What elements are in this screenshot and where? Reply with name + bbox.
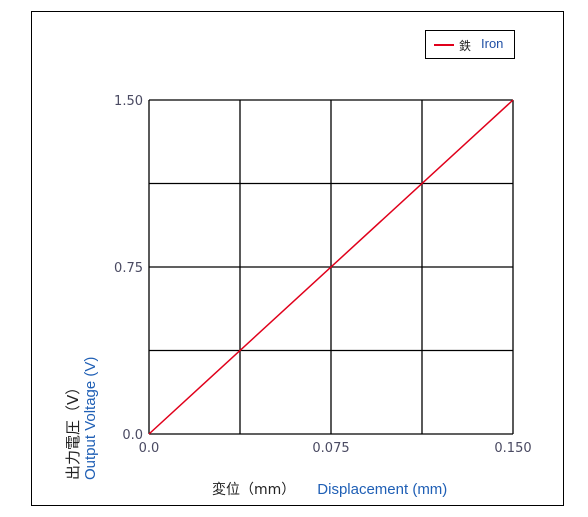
legend: 鉄 Iron: [425, 30, 515, 59]
x-axis-label-en: Displacement (mm): [317, 481, 448, 498]
x-tick-labels: 0.0 0.075 0.150: [139, 441, 532, 456]
legend-label-en: Iron: [481, 36, 504, 51]
y-axis-label-en: Output Voltage (V): [82, 356, 99, 480]
legend-swatch-iron: [434, 44, 454, 46]
x-tick-label: 0.0: [139, 441, 160, 456]
y-tick-labels: 0.0 0.75 1.50: [114, 94, 143, 443]
y-axis-label: 出力電圧（V） Output Voltage (V): [62, 300, 102, 480]
y-axis-label-jp: 出力電圧（V）: [64, 379, 82, 480]
legend-label-jp: 鉄: [459, 39, 472, 53]
x-axis-label: 変位（mm） Displacement (mm): [212, 479, 447, 499]
x-axis-label-jp: 変位（mm）: [212, 482, 296, 498]
x-tick-label: 0.075: [312, 441, 349, 456]
y-tick-label: 1.50: [114, 94, 143, 109]
y-tick-label: 0.75: [114, 261, 143, 276]
y-tick-label: 0.0: [122, 428, 143, 443]
x-tick-label: 0.150: [494, 441, 531, 456]
